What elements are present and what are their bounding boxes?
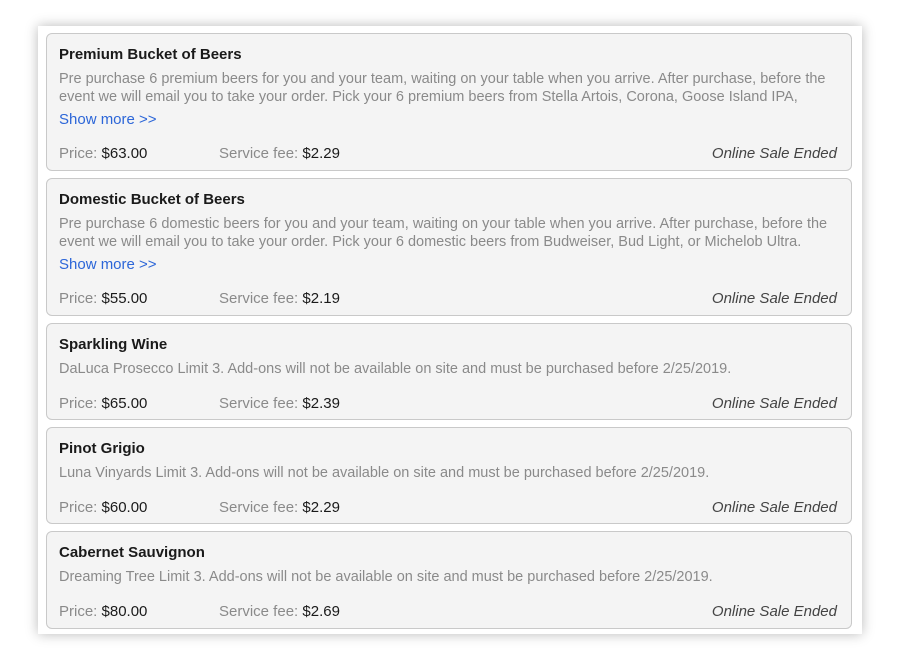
price-value: $65.00 [101,395,148,412]
service-fee-value: $2.29 [302,499,340,516]
price-value: $63.00 [101,145,148,162]
service-fee-value: $2.29 [302,145,340,162]
sale-status: Online Sale Ended [711,603,837,620]
price-value: $55.00 [101,290,148,307]
price: Price: $80.00 [59,603,147,620]
service-fee-value: $2.69 [302,603,340,620]
service-fee: Service fee: $2.39 [219,395,340,412]
price-label: Price: [59,603,98,620]
service-fee-label: Service fee: [219,603,299,620]
price-row: Price: $63.00 Service fee: $2.29 Online … [59,145,837,165]
show-more-link[interactable]: Show more >> [59,256,157,273]
addon-card-sparkling-wine: Sparkling Wine DaLuca Prosecco Limit 3. … [46,323,852,420]
price-value: $80.00 [101,603,148,620]
show-more-link[interactable]: Show more >> [59,111,157,128]
addon-description: DaLuca Prosecco Limit 3. Add-ons will no… [59,361,732,377]
addon-card-domestic-bucket: Domestic Bucket of Beers Pre purchase 6 … [46,178,852,316]
sale-status: Online Sale Ended [711,290,837,307]
price: Price: $65.00 [59,395,147,412]
addon-description: Pre purchase 6 domestic beers for you an… [59,216,828,250]
addon-card-cabernet-sauvignon: Cabernet Sauvignon Dreaming Tree Limit 3… [46,531,852,629]
price-row: Price: $65.00 Service fee: $2.39 Online … [59,395,837,415]
service-fee-value: $2.39 [302,395,340,412]
price-value: $60.00 [101,499,148,516]
service-fee: Service fee: $2.29 [219,499,340,516]
price-label: Price: [59,499,98,516]
addon-title: Sparkling Wine [59,336,168,353]
addon-title: Domestic Bucket of Beers [59,191,245,208]
price: Price: $55.00 [59,290,147,307]
sale-status: Online Sale Ended [711,145,837,162]
addon-title: Cabernet Sauvignon [59,544,205,561]
service-fee: Service fee: $2.29 [219,145,340,162]
price-label: Price: [59,290,98,307]
addon-card-pinot-grigio: Pinot Grigio Luna Vinyards Limit 3. Add-… [46,427,852,524]
addon-description: Pre purchase 6 premium beers for you and… [59,71,826,105]
service-fee-value: $2.19 [302,290,340,307]
price: Price: $60.00 [59,499,147,516]
service-fee-label: Service fee: [219,395,299,412]
service-fee-label: Service fee: [219,145,299,162]
price-row: Price: $60.00 Service fee: $2.29 Online … [59,499,837,519]
addon-description: Dreaming Tree Limit 3. Add-ons will not … [59,569,713,585]
addon-title: Pinot Grigio [59,440,145,457]
sale-status: Online Sale Ended [711,395,837,412]
addon-description: Luna Vinyards Limit 3. Add-ons will not … [59,465,710,481]
price: Price: $63.00 [59,145,147,162]
price-row: Price: $80.00 Service fee: $2.69 Online … [59,603,837,623]
service-fee: Service fee: $2.69 [219,603,340,620]
sale-status: Online Sale Ended [711,499,837,516]
service-fee-label: Service fee: [219,499,299,516]
price-label: Price: [59,395,98,412]
service-fee: Service fee: $2.19 [219,290,340,307]
service-fee-label: Service fee: [219,290,299,307]
addon-card-premium-bucket: Premium Bucket of Beers Pre purchase 6 p… [46,33,852,171]
addon-title: Premium Bucket of Beers [59,46,242,63]
price-label: Price: [59,145,98,162]
price-row: Price: $55.00 Service fee: $2.19 Online … [59,290,837,310]
addons-panel: Premium Bucket of Beers Pre purchase 6 p… [38,26,862,634]
